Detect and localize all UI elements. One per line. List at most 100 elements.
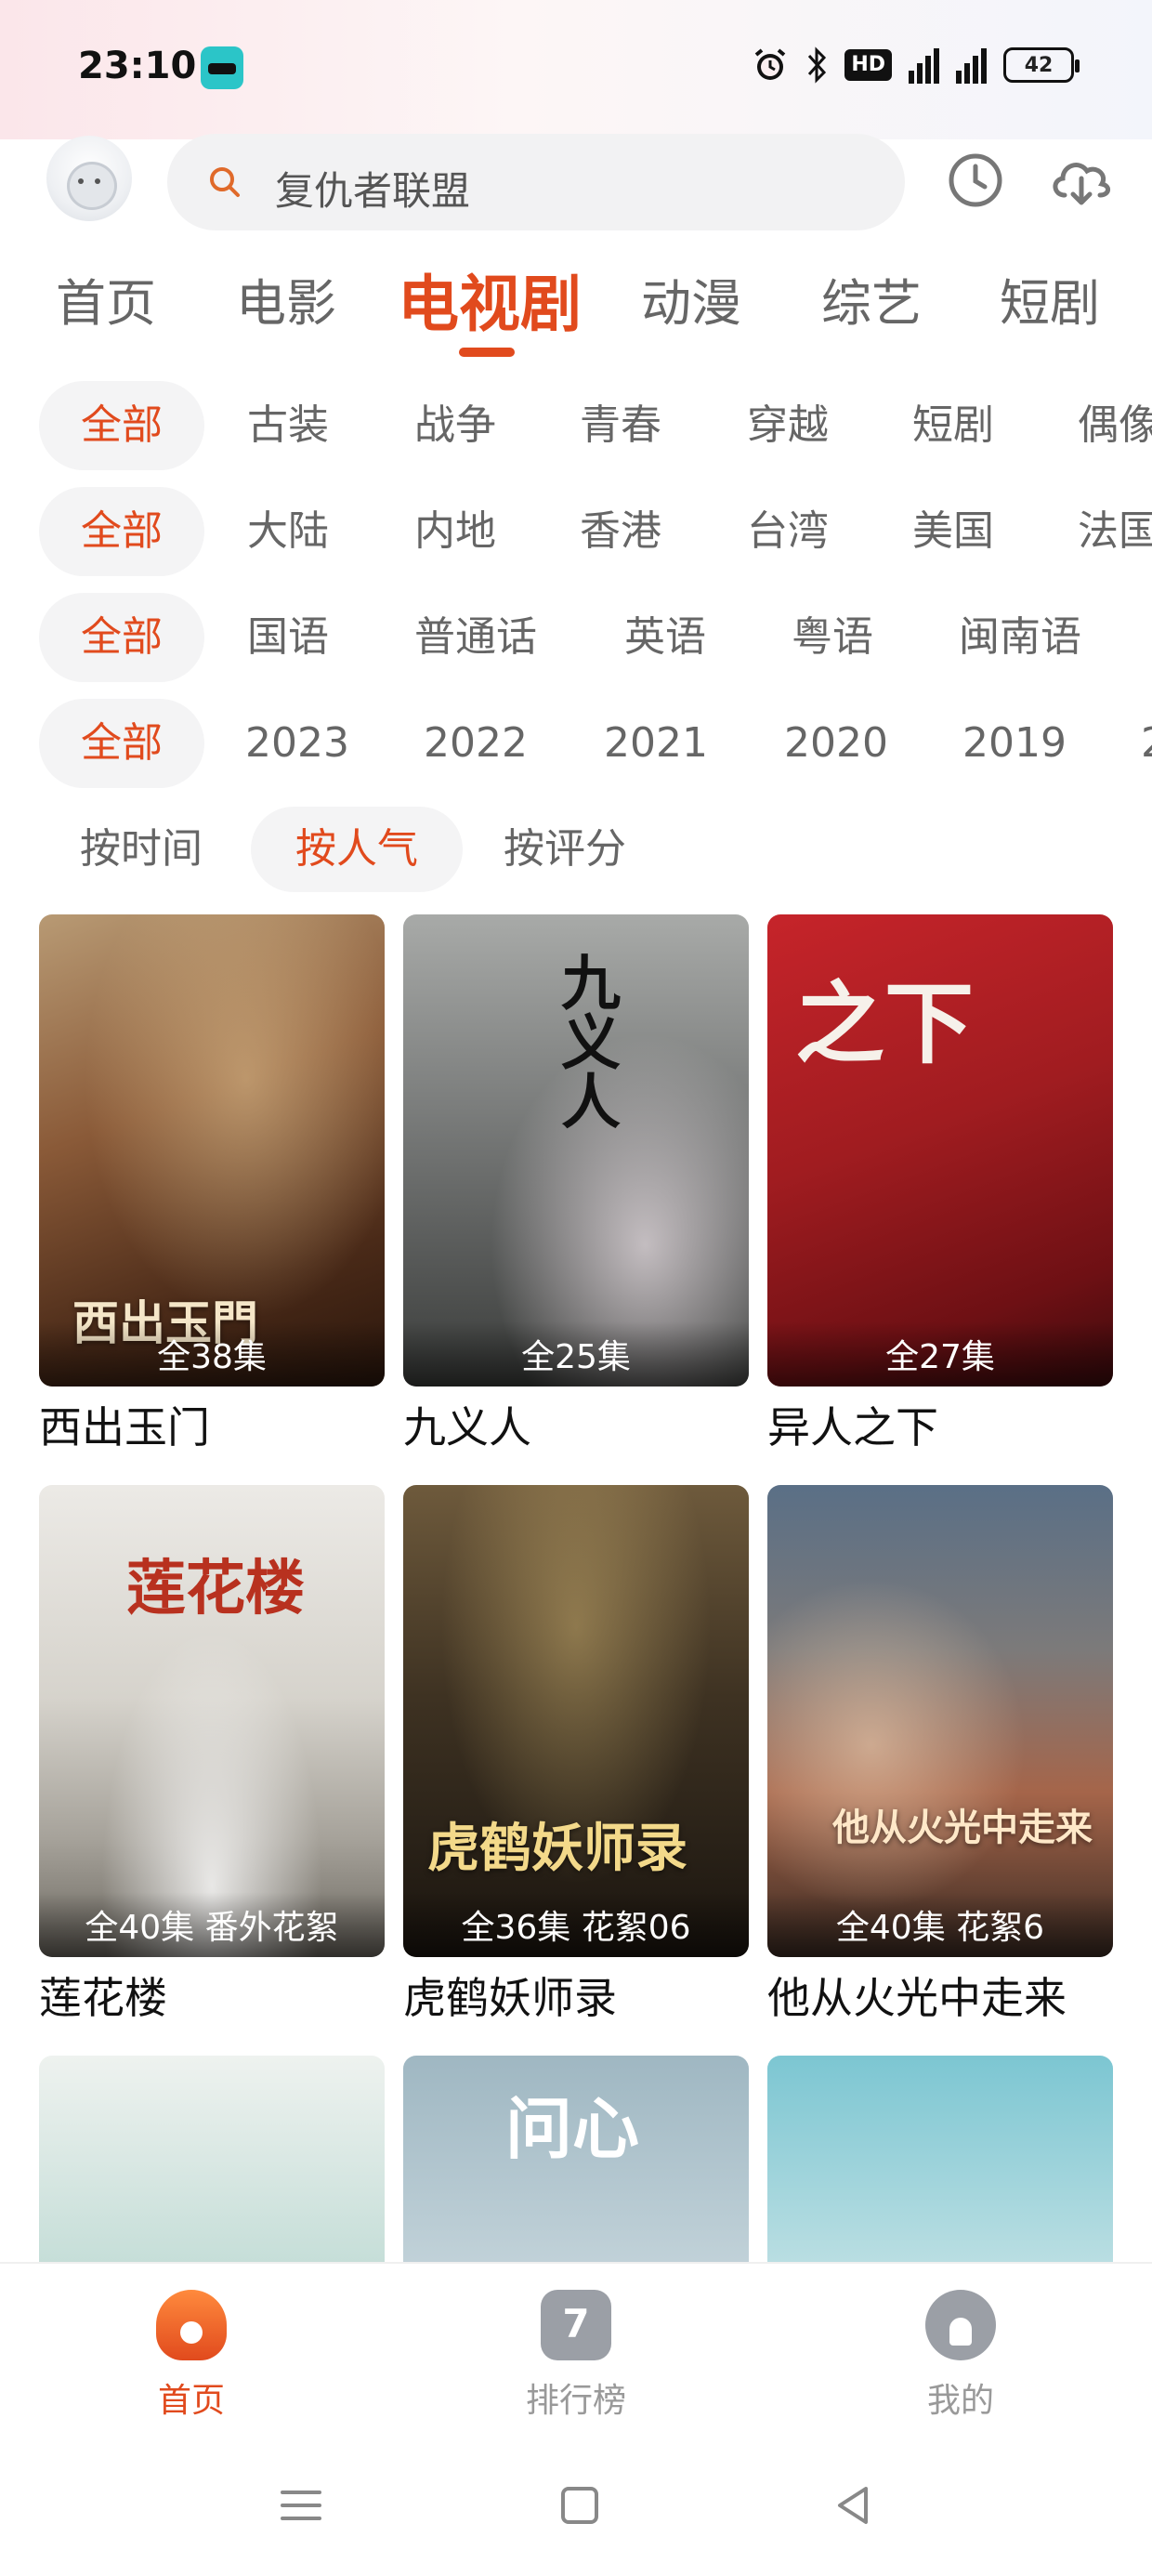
show-poster[interactable]: 九义人 全25集 xyxy=(403,914,749,1387)
bottom-navigation: 首页 7 排行榜 我的 xyxy=(0,2262,1152,2438)
filter-genre-item[interactable]: 战争 xyxy=(414,381,496,470)
episode-badge: 全25集 xyxy=(403,1321,749,1387)
user-avatar[interactable] xyxy=(46,136,132,221)
filter-language-item[interactable]: 英语 xyxy=(624,593,706,682)
top-header: 复仇者联盟 xyxy=(0,130,1152,242)
show-poster[interactable]: 西出玉門 全38集 xyxy=(39,914,385,1387)
hd-voice-icon: HD xyxy=(844,49,892,81)
filter-row-language: 全部 国语 普通话 英语 粤语 闽南语 xyxy=(0,593,1152,682)
show-poster[interactable] xyxy=(767,2056,1113,2262)
filter-genre-item[interactable]: 偶像 xyxy=(1078,381,1152,470)
filter-language-all[interactable]: 全部 xyxy=(39,593,204,682)
search-placeholder: 复仇者联盟 xyxy=(275,168,471,214)
show-poster[interactable]: 之下 全27集 xyxy=(767,914,1113,1387)
filter-genre-item[interactable]: 青春 xyxy=(580,381,661,470)
filter-genre-item[interactable]: 短剧 xyxy=(912,381,994,470)
show-poster[interactable]: 他从火光中走来 全40集 花絮6 xyxy=(767,1485,1113,1957)
notification-app-icon xyxy=(201,46,243,89)
filter-region-item[interactable]: 美国 xyxy=(912,487,994,576)
episode-badge: 全27集 xyxy=(767,1321,1113,1387)
show-poster[interactable]: 虎鹤妖师录 全36集 花絮06 xyxy=(403,1485,749,1957)
poster-art-title: 问心 xyxy=(505,2089,640,2168)
poster-art-title: 九义人 xyxy=(551,952,621,1130)
tab-short-drama[interactable]: 短剧 xyxy=(1000,262,1100,335)
show-title: 西出玉门 xyxy=(39,1402,210,1452)
show-card[interactable]: 他从火光中走来 全40集 花絮6 他从火光中走来 xyxy=(767,1485,1113,2026)
menu-icon[interactable] xyxy=(275,2479,327,2531)
poster-art-title: 他从火光中走来 xyxy=(832,1806,1093,1849)
filter-genre-item[interactable]: 古装 xyxy=(247,381,329,470)
filter-language-item[interactable]: 闽南语 xyxy=(959,593,1081,682)
filter-row-genre: 全部 古装 战争 青春 穿越 短剧 偶像 xyxy=(0,381,1152,470)
show-title: 九义人 xyxy=(403,1402,531,1452)
status-bar: 23:10 HD 42 xyxy=(0,0,1152,139)
filter-language-item[interactable]: 普通话 xyxy=(414,593,537,682)
show-card[interactable] xyxy=(767,2056,1113,2262)
filter-language-item[interactable]: 国语 xyxy=(247,593,329,682)
filter-language-item[interactable]: 粤语 xyxy=(792,593,873,682)
history-icon[interactable] xyxy=(946,151,1005,210)
home-icon xyxy=(156,2290,227,2360)
tab-anime[interactable]: 动漫 xyxy=(641,262,741,335)
filter-region-item[interactable]: 法国 xyxy=(1078,487,1152,576)
filter-region-item[interactable]: 大陆 xyxy=(247,487,329,576)
filter-region-item[interactable]: 台湾 xyxy=(747,487,829,576)
show-title: 虎鹤妖师录 xyxy=(403,1973,617,2023)
show-title: 异人之下 xyxy=(767,1402,938,1452)
sort-by-popularity[interactable]: 按人气 xyxy=(251,807,463,892)
sort-options: 按时间 按人气 按评分 xyxy=(0,807,1152,892)
show-card[interactable]: 莲花楼 全40集 番外花絮 莲花楼 xyxy=(39,1485,385,2026)
sort-by-rating[interactable]: 按评分 xyxy=(504,807,626,892)
filter-year-item[interactable]: 2023 xyxy=(245,699,349,788)
filter-year-all[interactable]: 全部 xyxy=(39,699,204,788)
show-card[interactable]: 问心 xyxy=(403,2056,749,2262)
filter-year-item[interactable]: 2 xyxy=(1141,699,1152,788)
episode-badge: 全40集 花絮6 xyxy=(767,1892,1113,1957)
show-poster[interactable] xyxy=(39,2056,385,2262)
tab-tv-series[interactable]: 电视剧 xyxy=(398,255,582,344)
show-poster[interactable]: 莲花楼 全40集 番外花絮 xyxy=(39,1485,385,1957)
system-navigation xyxy=(0,2438,1152,2576)
nav-home-label: 首页 xyxy=(157,2382,225,2420)
tab-movie[interactable]: 电影 xyxy=(236,262,336,335)
filter-year-item[interactable]: 2020 xyxy=(784,699,888,788)
filter-year-item[interactable]: 2021 xyxy=(604,699,708,788)
show-card[interactable]: 西出玉門 全38集 西出玉门 xyxy=(39,914,385,1455)
show-card[interactable]: 之下 全27集 异人之下 xyxy=(767,914,1113,1455)
poster-art-title: 虎鹤妖师录 xyxy=(427,1818,687,1879)
nav-profile[interactable]: 我的 xyxy=(858,2290,1063,2422)
signal-icon-sim2 xyxy=(956,46,987,84)
filter-region-all[interactable]: 全部 xyxy=(39,487,204,576)
filter-year-item[interactable]: 2019 xyxy=(962,699,1067,788)
nav-home[interactable]: 首页 xyxy=(89,2290,294,2422)
category-tabs: 首页 电影 电视剧 动漫 综艺 短剧 xyxy=(0,262,1152,364)
status-icons: HD 42 xyxy=(752,45,1080,85)
episode-badge: 全36集 花絮06 xyxy=(403,1892,749,1957)
profile-icon xyxy=(925,2290,996,2360)
nav-profile-label: 我的 xyxy=(926,2382,994,2420)
tab-variety[interactable]: 综艺 xyxy=(821,262,922,335)
show-card[interactable]: 虎鹤妖师录 全36集 花絮06 虎鹤妖师录 xyxy=(403,1485,749,2026)
nav-ranking-label: 排行榜 xyxy=(525,2382,626,2420)
filter-row-year: 全部 2023 2022 2021 2020 2019 2 xyxy=(0,699,1152,788)
filter-year-item[interactable]: 2022 xyxy=(424,699,528,788)
back-icon[interactable] xyxy=(827,2479,879,2531)
download-icon[interactable] xyxy=(1048,151,1115,210)
show-card[interactable]: 九义人 全25集 九义人 xyxy=(403,914,749,1455)
sort-by-time[interactable]: 按时间 xyxy=(80,807,203,892)
show-title: 莲花楼 xyxy=(39,1973,167,2023)
filter-genre-item[interactable]: 穿越 xyxy=(747,381,829,470)
filter-genre-all[interactable]: 全部 xyxy=(39,381,204,470)
show-poster[interactable]: 问心 xyxy=(403,2056,749,2262)
show-title: 他从火光中走来 xyxy=(767,1973,1067,2023)
nav-ranking[interactable]: 7 排行榜 xyxy=(474,2290,678,2422)
show-card[interactable] xyxy=(39,2056,385,2262)
tab-home[interactable]: 首页 xyxy=(56,262,156,335)
home-square-icon[interactable] xyxy=(554,2479,606,2531)
search-bar[interactable]: 复仇者联盟 xyxy=(167,134,905,230)
show-grid: 西出玉門 全38集 西出玉门 九义人 全25集 九义人 之下 全27集 异人之下… xyxy=(0,914,1152,2262)
active-tab-indicator xyxy=(459,348,515,357)
episode-badge: 全38集 xyxy=(39,1321,385,1387)
filter-region-item[interactable]: 香港 xyxy=(580,487,661,576)
filter-region-item[interactable]: 内地 xyxy=(414,487,496,576)
